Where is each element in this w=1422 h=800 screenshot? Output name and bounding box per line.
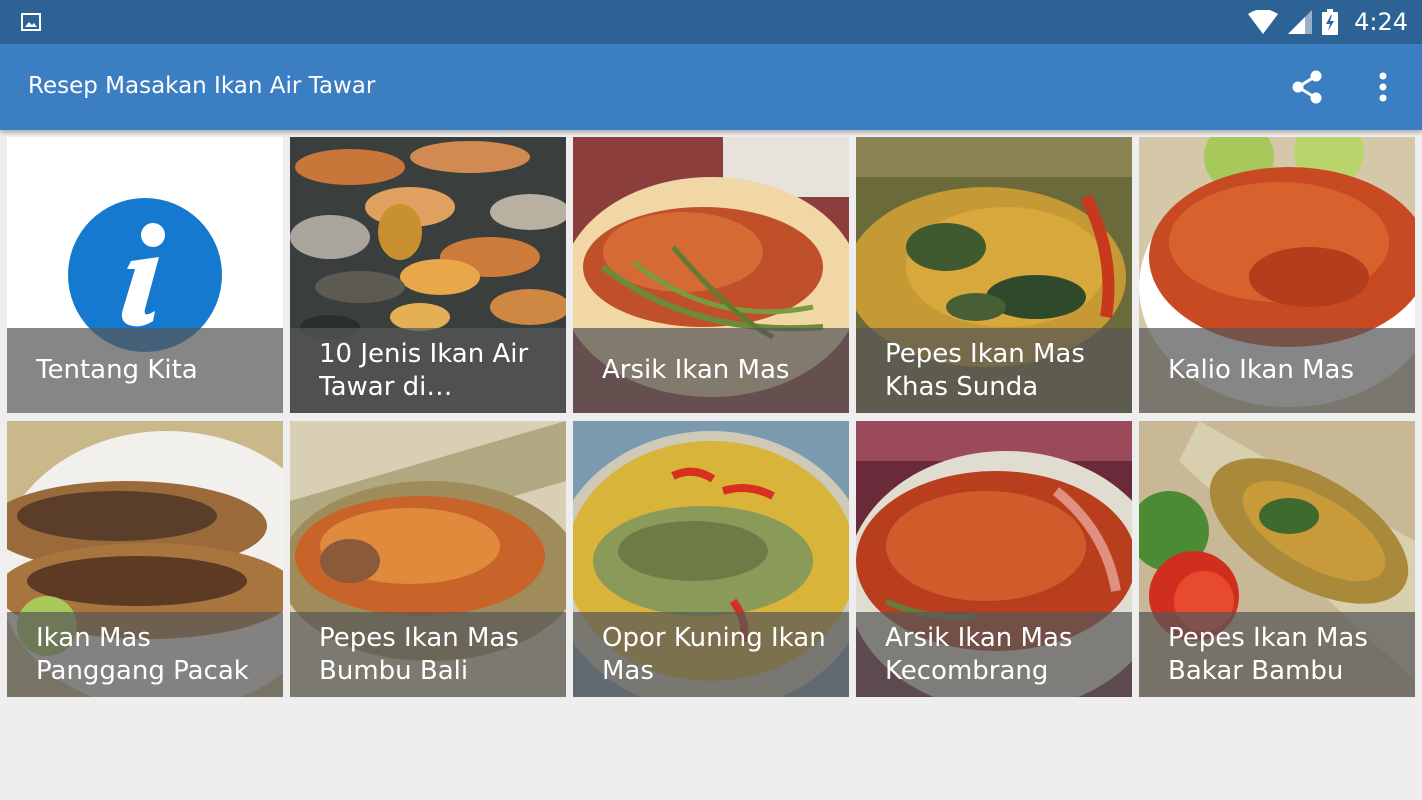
more-vert-icon — [1379, 72, 1387, 102]
tile-panggang-pacak[interactable]: Ikan Mas Panggang Pacak — [7, 421, 283, 697]
share-button[interactable] — [1284, 64, 1330, 110]
tile-arsik-ikan-mas[interactable]: Arsik Ikan Mas — [573, 137, 849, 413]
tile-caption: Arsik Ikan Mas Kecombrang — [856, 612, 1132, 697]
tile-label: Tentang Kita — [36, 355, 198, 385]
tile-label: Arsik Ikan Mas — [602, 355, 790, 385]
tile-label: Opor Kuning Ikan Mas — [602, 622, 826, 686]
tile-caption: Tentang Kita — [7, 328, 283, 413]
status-bar: 4:24 — [0, 0, 1422, 44]
clock: 4:24 — [1354, 8, 1408, 36]
app-title: Resep Masakan Ikan Air Tawar — [28, 73, 376, 99]
tile-caption: Kalio Ikan Mas — [1139, 328, 1415, 413]
tile-pepes-khas-sunda[interactable]: Pepes Ikan Mas Khas Sunda — [856, 137, 1132, 413]
tile-caption: Ikan Mas Panggang Pacak — [7, 612, 283, 697]
tile-pepes-bumbu-bali[interactable]: Pepes Ikan Mas Bumbu Bali — [290, 421, 566, 697]
tile-caption: Arsik Ikan Mas — [573, 328, 849, 413]
more-options-button[interactable] — [1360, 64, 1406, 110]
tile-pepes-bakar-bambu[interactable]: Pepes Ikan Mas Bakar Bambu — [1139, 421, 1415, 697]
tile-kalio-ikan-mas[interactable]: Kalio Ikan Mas — [1139, 137, 1415, 413]
tile-label: Ikan Mas Panggang Pacak — [36, 622, 249, 686]
battery-charging-icon — [1322, 9, 1339, 35]
tile-caption: Pepes Ikan Mas Bakar Bambu — [1139, 612, 1415, 697]
share-icon — [1292, 70, 1322, 104]
wifi-icon — [1248, 10, 1279, 34]
tile-caption: Opor Kuning Ikan Mas — [573, 612, 849, 697]
tile-label: 10 Jenis Ikan Air Tawar di… — [319, 338, 529, 402]
tile-caption: 10 Jenis Ikan Air Tawar di… — [290, 328, 566, 413]
cell-signal-icon — [1288, 10, 1313, 34]
tile-label: Arsik Ikan Mas Kecombrang — [885, 622, 1073, 686]
app-bar: Resep Masakan Ikan Air Tawar — [0, 44, 1422, 130]
tile-label: Kalio Ikan Mas — [1168, 355, 1354, 385]
tile-arsik-kecombrang[interactable]: Arsik Ikan Mas Kecombrang — [856, 421, 1132, 697]
tile-label: Pepes Ikan Mas Khas Sunda — [885, 338, 1085, 402]
tile-label: Pepes Ikan Mas Bumbu Bali — [319, 622, 519, 686]
tile-opor-kuning[interactable]: Opor Kuning Ikan Mas — [573, 421, 849, 697]
tile-caption: Pepes Ikan Mas Bumbu Bali — [290, 612, 566, 697]
gallery-icon — [21, 13, 41, 31]
status-icons: 4:24 — [1248, 0, 1408, 44]
tile-tentang-kita[interactable]: Tentang Kita — [7, 137, 283, 413]
recipe-grid: Tentang Kita 10 Jenis Ikan Air Tawar di… — [7, 137, 1415, 697]
tile-caption: Pepes Ikan Mas Khas Sunda — [856, 328, 1132, 413]
tile-jenis-ikan[interactable]: 10 Jenis Ikan Air Tawar di… — [290, 137, 566, 413]
tile-label: Pepes Ikan Mas Bakar Bambu — [1168, 622, 1368, 686]
